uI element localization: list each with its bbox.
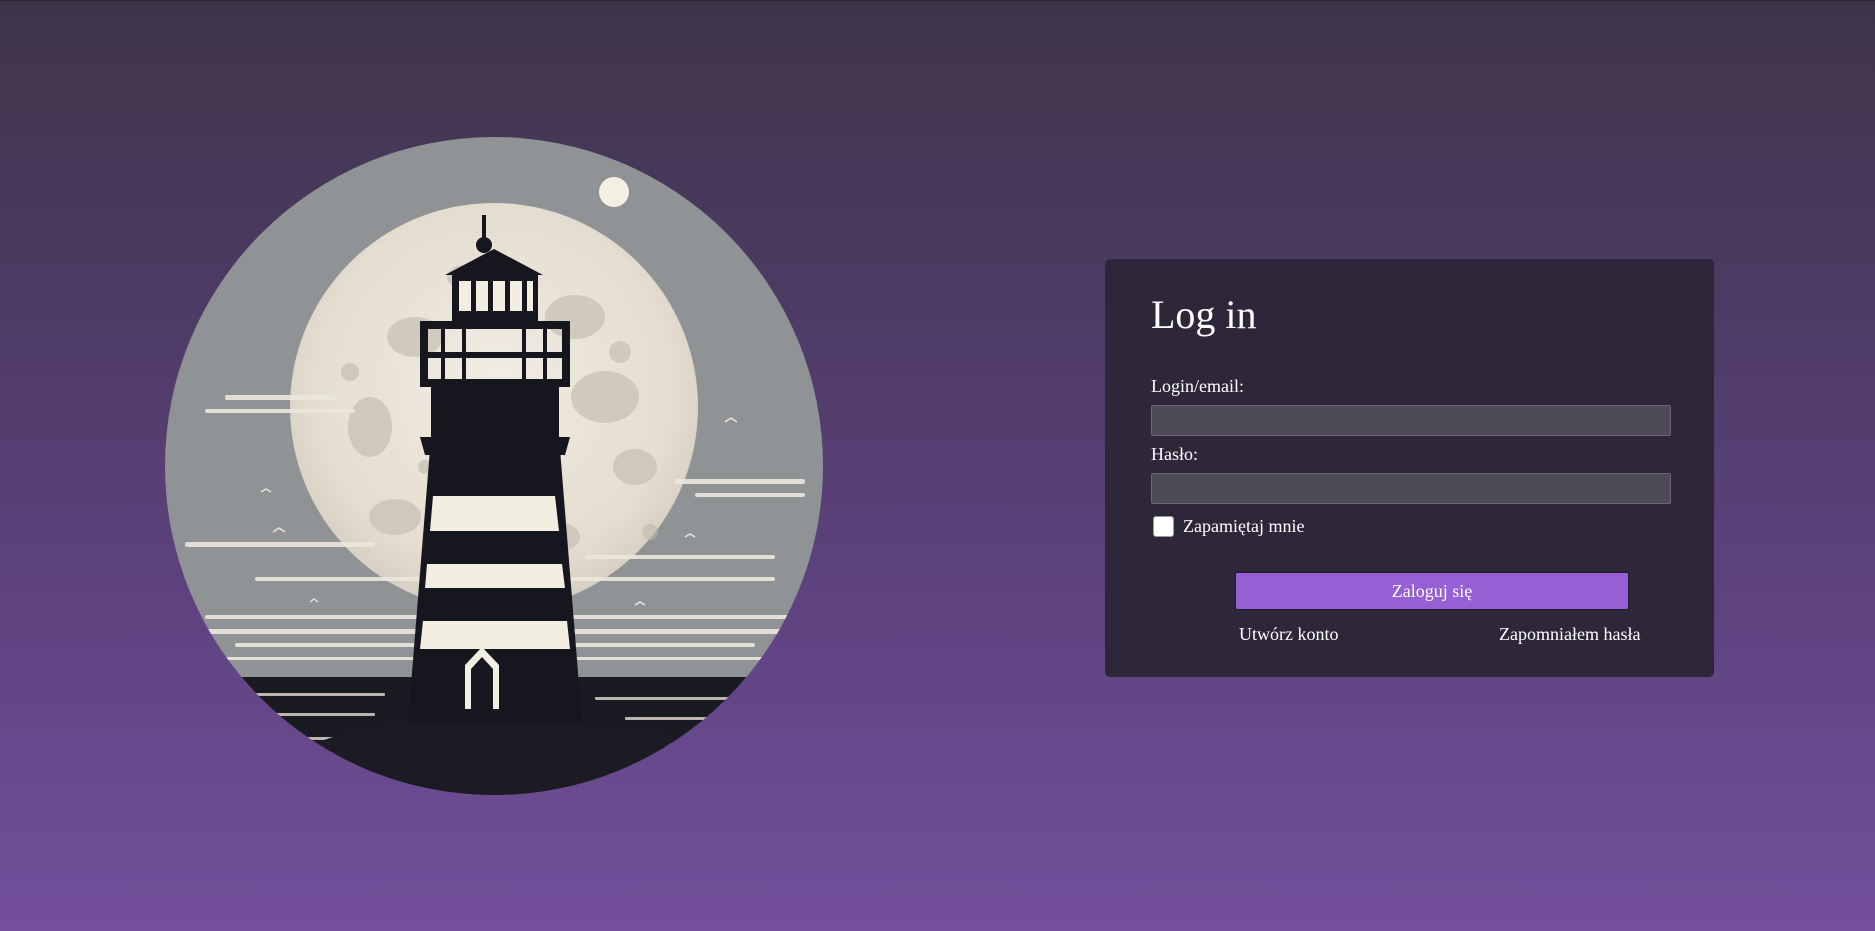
password-input[interactable] — [1151, 473, 1671, 504]
lighthouse-moon-illustration — [165, 137, 823, 795]
login-email-input[interactable] — [1151, 405, 1671, 436]
remember-me-label: Zapamiętaj mnie — [1183, 516, 1305, 536]
password-label: Hasło: — [1151, 444, 1198, 464]
remember-me-checkbox[interactable] — [1153, 516, 1174, 537]
login-card: Log in Login/email: Hasło: Zapamiętaj mn… — [1105, 259, 1714, 677]
create-account-link[interactable]: Utwórz konto — [1239, 624, 1338, 645]
page-title: Log in — [1151, 292, 1257, 337]
login-submit-button[interactable]: Zaloguj się — [1235, 572, 1629, 610]
remember-me-row[interactable]: Zapamiętaj mnie — [1153, 516, 1304, 537]
login-email-label: Login/email: — [1151, 376, 1244, 396]
forgot-password-link[interactable]: Zapomniałem hasła — [1499, 624, 1640, 645]
